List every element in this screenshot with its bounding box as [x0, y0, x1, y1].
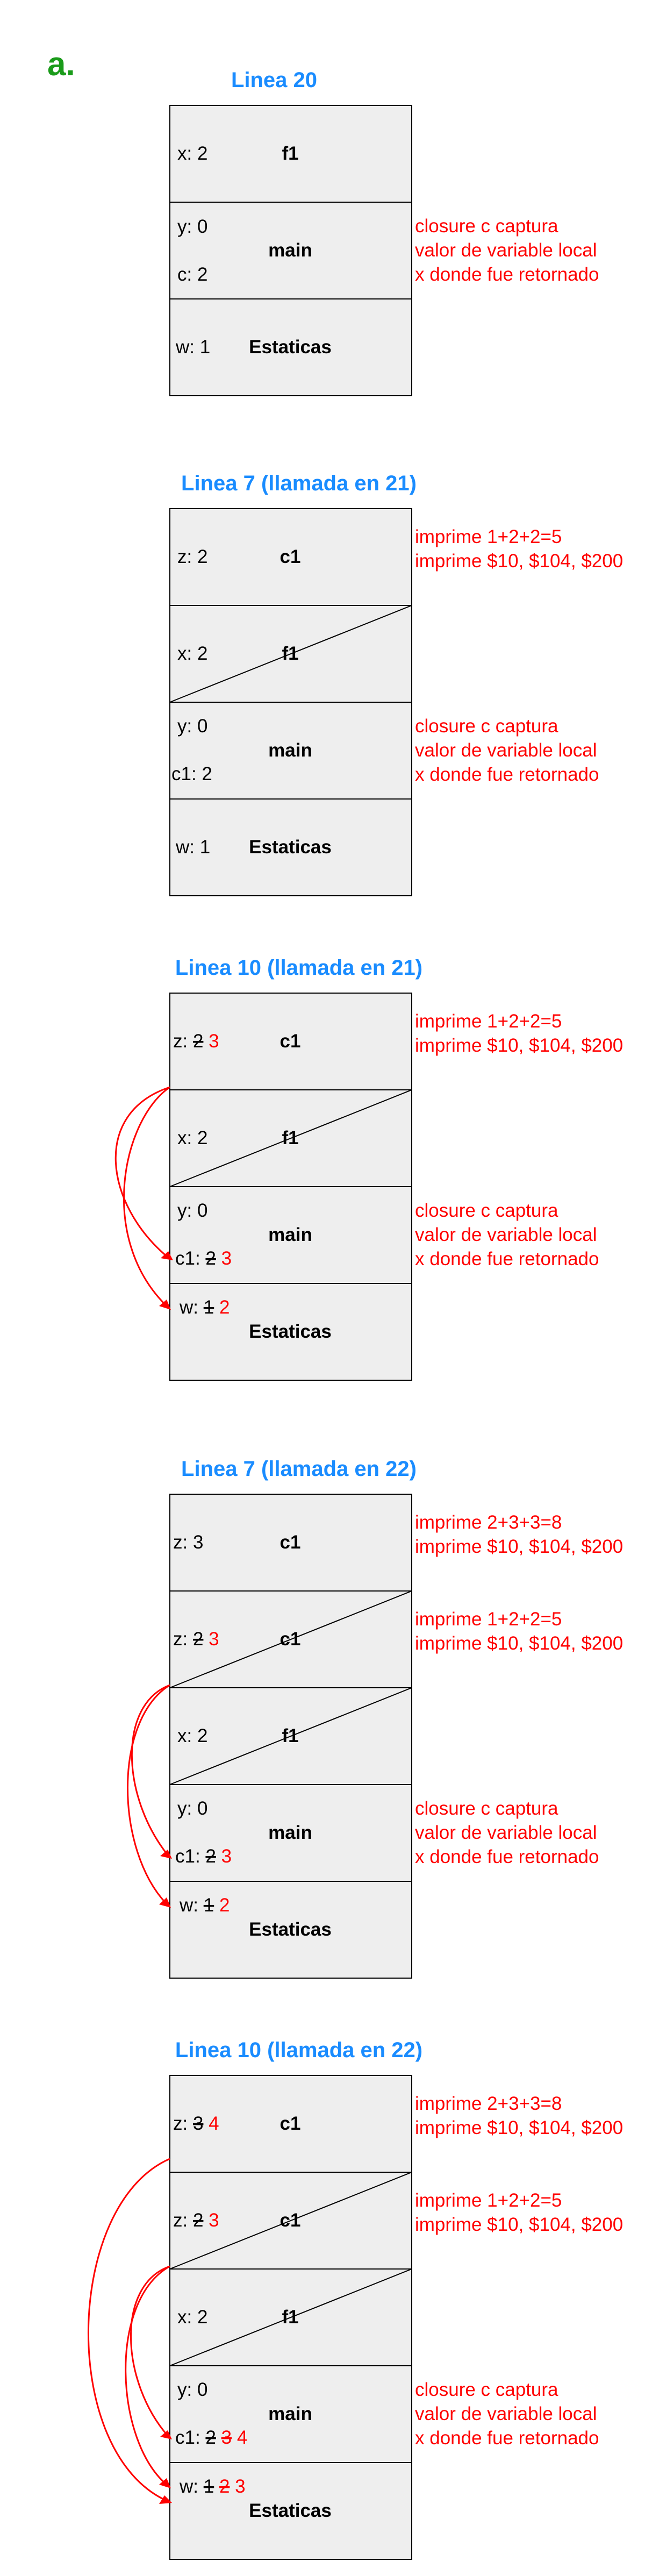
var-y: y: 0 [177, 2379, 207, 2400]
var-c: c: 2 [177, 264, 207, 285]
var-x: x: 2 [177, 143, 207, 164]
reference-arrow [127, 1684, 170, 1904]
print-note-line: imprime $10, $104, $200 [415, 1536, 623, 1557]
closure-note-line: closure c captura [415, 1798, 558, 1819]
var-x: x: 2 [177, 1128, 207, 1148]
closure-note-line: x donde fue retornado [415, 1846, 599, 1867]
closure-note-line: closure c captura [415, 716, 558, 737]
frame-name-estaticas: Estaticas [249, 337, 332, 358]
diagram-title: Linea 10 (llamada en 21) [175, 956, 422, 980]
var-w: w: 1 2 [179, 1297, 230, 1318]
closure-note-line: closure c captura [415, 216, 558, 237]
var-z: z: 2 [177, 546, 207, 567]
var-z: z: 3 4 [173, 2113, 219, 2134]
print-note-line: imprime 1+2+2=5 [415, 2190, 562, 2211]
closure-note-line: closure c captura [415, 1200, 558, 1221]
var-w: w: 1 2 3 [179, 2476, 246, 2497]
closure-note-line: x donde fue retornado [415, 764, 599, 785]
var-y: y: 0 [177, 1798, 207, 1819]
frame-name-f1: f1 [282, 2307, 298, 2328]
var-c1: c1: 2 3 [175, 1248, 232, 1269]
diagram-title: Linea 10 (llamada en 22) [175, 2038, 422, 2062]
frame-name-estaticas: Estaticas [249, 837, 332, 858]
closure-note-line: valor de variable local [415, 740, 597, 761]
var-z: z: 2 3 [173, 2210, 219, 2231]
frame-name-c1: c1 [280, 1532, 301, 1553]
var-c1: c1: 2 3 4 [175, 2427, 247, 2448]
print-note-line: imprime $10, $104, $200 [415, 1633, 623, 1654]
frame-name-c1: c1 [280, 1031, 301, 1052]
reference-arrow [123, 1086, 170, 1307]
var-y: y: 0 [177, 716, 207, 737]
var-x: x: 2 [177, 2307, 207, 2328]
print-note-line: imprime 2+3+3=8 [415, 1512, 562, 1533]
frame-name-estaticas: Estaticas [249, 1321, 332, 1342]
closure-note-line: closure c captura [415, 2379, 558, 2400]
diagram-linea-10-llamada-21: Linea 10 (llamada en 21) z: 2 3 c1 impri… [114, 956, 623, 1381]
print-note-line: imprime $10, $104, $200 [415, 2117, 623, 2138]
frame-name-c1: c1 [280, 2113, 301, 2134]
arrow-head [159, 1897, 171, 1908]
frame-name-c1: c1 [280, 1629, 301, 1650]
frame-name-main: main [268, 740, 312, 761]
closure-note-line: valor de variable local [415, 240, 597, 261]
frame-name-main: main [268, 2403, 312, 2424]
diagram-linea-20: Linea 20 x: 2 f1 y: 0 main c: 2 closure … [169, 68, 599, 396]
diagram-linea-7-llamada-22: Linea 7 (llamada en 22) z: 3 c1 imprime … [127, 1457, 623, 1979]
frame-name-main: main [268, 240, 312, 261]
frame-name-main: main [268, 1224, 312, 1245]
closure-note-line: valor de variable local [415, 2403, 597, 2424]
print-note-line: imprime $10, $104, $200 [415, 1035, 623, 1056]
var-x: x: 2 [177, 1725, 207, 1746]
frame-name-c1: c1 [280, 2210, 301, 2231]
closure-note-line: valor de variable local [415, 1224, 597, 1245]
var-c1: c1: 2 [171, 763, 212, 784]
closure-note-line: x donde fue retornado [415, 264, 599, 285]
var-w: w: 1 2 [179, 1895, 230, 1916]
closure-note-line: x donde fue retornado [415, 1248, 599, 1269]
frame-name-f1: f1 [282, 143, 298, 164]
diagram-linea-7-llamada-21: Linea 7 (llamada en 21) z: 2 c1 imprime … [169, 472, 623, 896]
frame-name-f1: f1 [282, 1725, 298, 1746]
print-note-line: imprime 1+2+2=5 [415, 1609, 562, 1630]
frame-name-f1: f1 [282, 1128, 298, 1148]
var-y: y: 0 [177, 216, 207, 237]
frame-name-f1: f1 [282, 643, 298, 664]
frame-name-main: main [268, 1822, 312, 1843]
frame-name-estaticas: Estaticas [249, 2500, 332, 2521]
print-note-line: imprime 1+2+2=5 [415, 1011, 562, 1032]
diagram-title: Linea 20 [231, 68, 317, 92]
var-w: w: 1 [175, 837, 210, 858]
print-note-line: imprime $10, $104, $200 [415, 551, 623, 572]
closure-note-line: valor de variable local [415, 1822, 597, 1843]
var-y: y: 0 [177, 1200, 207, 1221]
var-z: z: 3 [173, 1532, 203, 1553]
print-note-line: imprime 1+2+2=5 [415, 526, 562, 547]
reference-arrow [125, 2265, 170, 2485]
reference-arrow [130, 2265, 170, 2436]
figure-label: a. [47, 46, 75, 83]
print-note-line: imprime 2+3+3=8 [415, 2093, 562, 2114]
closure-note-line: x donde fue retornado [415, 2428, 599, 2449]
frame-name-c1: c1 [280, 546, 301, 567]
var-z: z: 2 3 [173, 1031, 219, 1052]
var-w: w: 1 [175, 337, 210, 358]
var-x: x: 2 [177, 643, 207, 664]
diagram-linea-10-llamada-22: Linea 10 (llamada en 22) z: 3 4 c1 impri… [88, 2038, 623, 2560]
stack-frames-diagram: a. Linea 20 x: 2 f1 y: 0 main c: 2 closu… [47, 46, 623, 2560]
diagram-title: Linea 7 (llamada en 21) [181, 472, 417, 495]
frame-name-estaticas: Estaticas [249, 1919, 332, 1940]
var-z: z: 2 3 [173, 1629, 219, 1650]
var-c1: c1: 2 3 [175, 1846, 232, 1867]
diagram-title: Linea 7 (llamada en 22) [181, 1457, 417, 1481]
reference-arrow [114, 1086, 170, 1258]
reference-arrow [131, 1684, 170, 1856]
print-note-line: imprime $10, $104, $200 [415, 2214, 623, 2235]
